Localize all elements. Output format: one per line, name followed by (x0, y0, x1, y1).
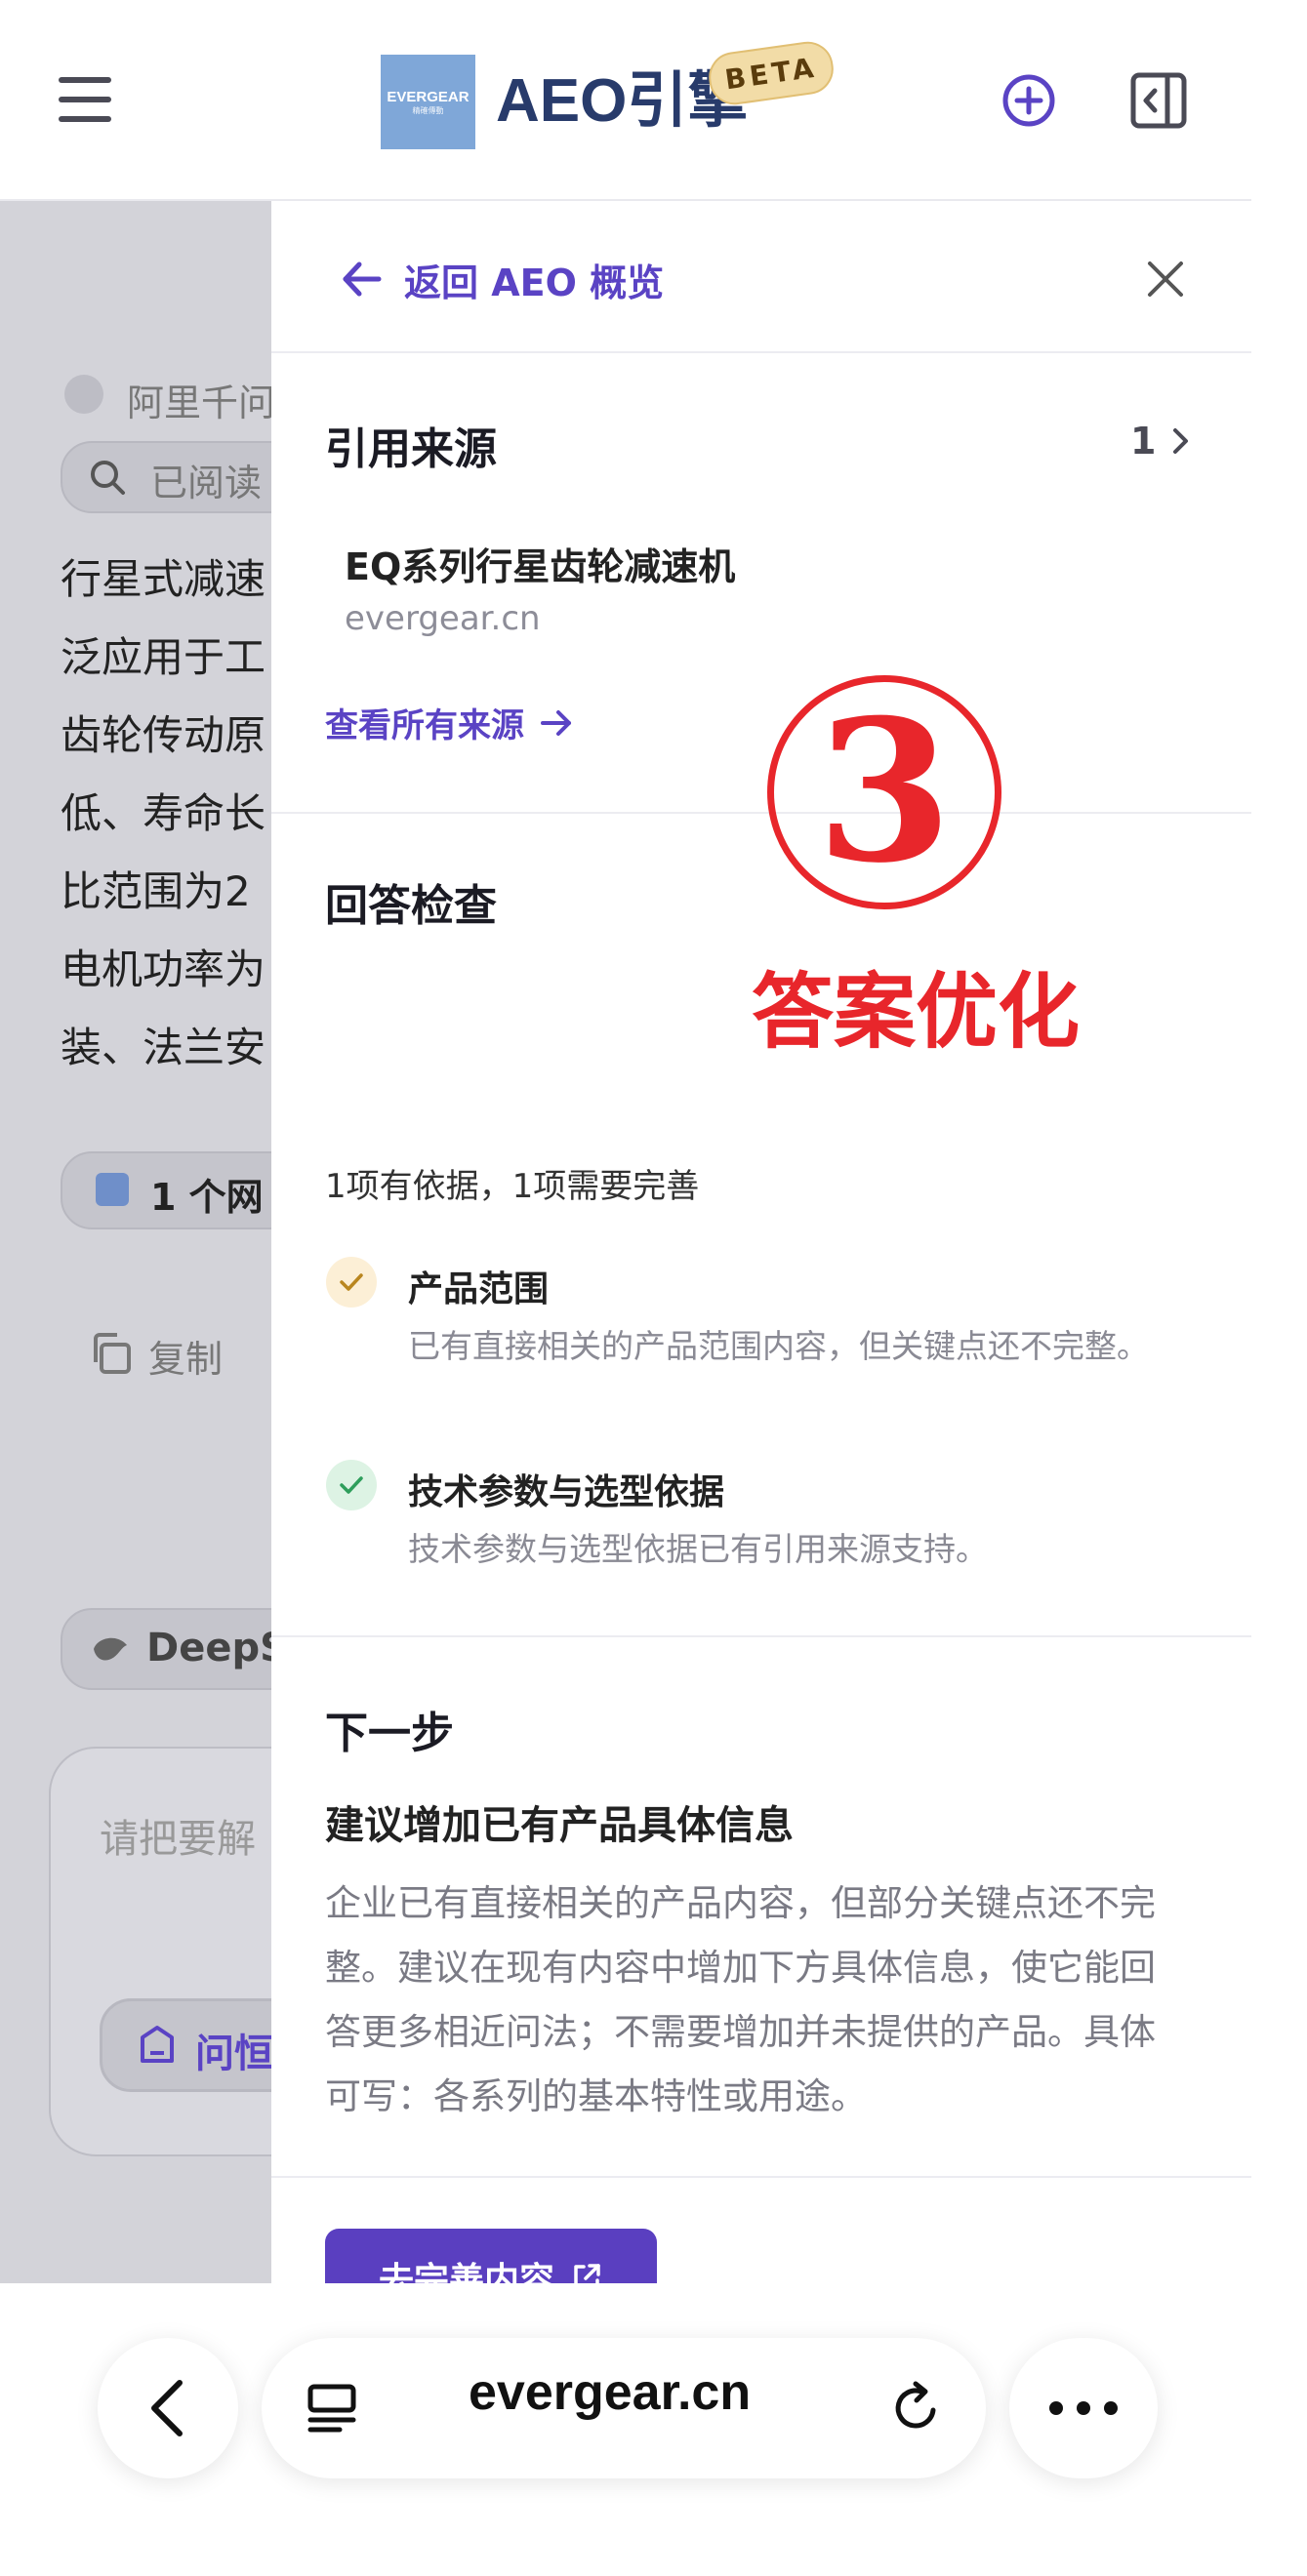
logo-subtext: 精確傳動 (412, 105, 444, 115)
answer-check-section-title: 回答检查 (325, 881, 497, 931)
app-header: EVERGEAR 精確傳動 AEO引擎 BETA (0, 0, 1251, 201)
browser-back-button[interactable] (98, 2338, 238, 2478)
check-item-title: 技术参数与选型依据 (408, 1472, 725, 1512)
sources-count-link[interactable]: 1 (1130, 420, 1191, 463)
more-dots-icon (1049, 2401, 1118, 2415)
menu-button[interactable] (59, 73, 115, 126)
close-icon[interactable] (1142, 256, 1189, 302)
partial-status-icon (326, 1257, 377, 1308)
arrow-right-icon (541, 709, 571, 736)
check-item-desc: 技术参数与选型依据已有引用来源支持。 (408, 1530, 988, 1568)
paragraph-line: 比范围为2 (61, 867, 251, 915)
model-chip-label: DeepS (146, 1626, 271, 1670)
more-options-button[interactable] (1009, 2338, 1158, 2478)
document-icon (141, 2026, 174, 2063)
back-link-label: 返回 AEO 概览 (404, 261, 665, 304)
step-number-annotation: 3 (767, 675, 1001, 909)
reload-icon[interactable] (886, 2379, 945, 2437)
next-step-subtitle: 建议增加已有产品具体信息 (325, 1803, 794, 1848)
paragraph-line: 装、法兰安 (61, 1024, 266, 1071)
action-chip-label: 问恒 (195, 2032, 271, 2076)
menu-icon-bar (59, 116, 111, 122)
paragraph-line: 泛应用于工 (61, 633, 266, 681)
sources-section-title: 引用来源 (325, 424, 497, 474)
beta-badge: BETA (705, 38, 837, 108)
view-all-sources-link[interactable]: 查看所有来源 (325, 699, 573, 746)
aeo-detail-panel: 返回 AEO 概览 引用来源 1 EQ系列行星齿轮减速机 evergear.cn… (271, 201, 1251, 2326)
deepseek-logo-icon (94, 1637, 127, 1661)
chat-input-placeholder: 请把要解 (100, 1817, 256, 1862)
source-favicon-icon (96, 1173, 129, 1206)
source-chip-label: 1 个网 (150, 1176, 264, 1219)
reader-mode-icon[interactable] (305, 2381, 359, 2435)
assistant-avatar (64, 375, 103, 414)
chevron-right-icon (1173, 428, 1189, 454)
arrow-left-icon (343, 262, 382, 297)
brand-logo: EVERGEAR 精確傳動 (381, 55, 475, 149)
check-item-title: 产品范围 (408, 1269, 550, 1309)
source-item-title[interactable]: EQ系列行星齿轮减速机 (345, 537, 735, 590)
step-label-annotation: 答案优化 (752, 964, 1081, 1060)
plus-circle-icon[interactable] (1001, 72, 1057, 129)
search-icon (91, 461, 125, 495)
view-all-sources-label: 查看所有来源 (325, 706, 524, 745)
next-step-body: 企业已有直接相关的产品内容，但部分关键点还不完整。建议在现有内容中增加下方具体信… (325, 1882, 1156, 2117)
url-text: evergear.cn (469, 2364, 752, 2421)
browser-bottom-bar (0, 2283, 1307, 2576)
menu-icon-bar (59, 97, 111, 102)
paragraph-line: 低、寿命长 (61, 789, 266, 837)
paragraph-line: 齿轮传动原 (61, 711, 266, 759)
section-divider (271, 2176, 1251, 2178)
logo-text: EVERGEAR (387, 88, 470, 105)
panel-header: 返回 AEO 概览 (271, 201, 1251, 353)
sources-count: 1 (1130, 420, 1157, 463)
paragraph-line: 电机功率为 (61, 946, 266, 993)
copy-button[interactable]: 复制 (148, 1329, 223, 1383)
check-item-desc: 已有直接相关的产品范围内容，但关键点还不完整。 (408, 1327, 1149, 1365)
back-to-overview-link[interactable]: 返回 AEO 概览 (340, 250, 664, 308)
paragraph-line: 行星式减速 (61, 555, 266, 603)
answer-check-summary: 1项有依据，1项需要完善 (325, 1167, 700, 1206)
background-chat-page: 阿里千问 已阅读 行星式减速 泛应用于工 齿轮传动原 低、寿命长 比范围为2 电… (0, 201, 271, 2283)
menu-icon-bar (59, 77, 111, 83)
search-chip-label: 已阅读 (150, 462, 263, 504)
collapse-panel-icon[interactable] (1130, 72, 1187, 129)
ok-status-icon (326, 1460, 377, 1510)
source-item-domain: evergear.cn (345, 599, 541, 638)
copy-icon[interactable] (88, 1331, 133, 1376)
next-step-section-title: 下一步 (325, 1709, 454, 1758)
section-divider (271, 1635, 1251, 1637)
assistant-name: 阿里千问 (127, 382, 271, 424)
chevron-left-icon (151, 2380, 183, 2436)
section-divider (271, 812, 1251, 814)
